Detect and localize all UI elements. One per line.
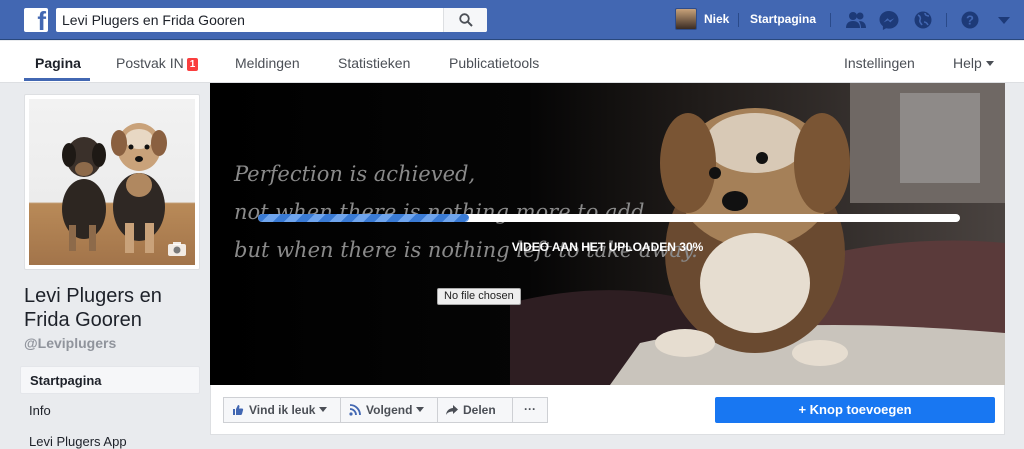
notifications-globe-icon[interactable] xyxy=(912,10,934,30)
help-icon[interactable]: ? xyxy=(959,10,981,30)
upload-progress-bar xyxy=(258,214,960,222)
chevron-down-icon[interactable] xyxy=(993,10,1015,30)
divider xyxy=(738,13,739,27)
home-link[interactable]: Startpagina xyxy=(750,12,816,26)
divider xyxy=(830,13,831,27)
thumbs-up-icon xyxy=(233,405,244,415)
page-tabs: Pagina Postvak IN 1 Meldingen Statistieke… xyxy=(0,41,1024,83)
tab-meldingen[interactable]: Meldingen xyxy=(235,55,300,71)
tab-label: Postvak IN xyxy=(116,55,184,71)
profile-link[interactable]: Niek xyxy=(704,12,729,26)
like-button[interactable]: Vind ik leuk xyxy=(223,397,341,423)
svg-text:?: ? xyxy=(966,13,974,28)
chevron-down-icon xyxy=(319,407,328,412)
file-input[interactable]: No file chosen xyxy=(437,288,521,305)
cover-photo[interactable]: Perfection is achieved, not when there i… xyxy=(210,83,1005,385)
rss-icon xyxy=(349,404,361,416)
sidebar-item-startpagina[interactable]: Startpagina xyxy=(20,366,200,394)
page-handle[interactable]: @Leviplugers xyxy=(24,335,116,351)
tab-help[interactable]: Help xyxy=(953,55,994,71)
messenger-icon[interactable] xyxy=(878,10,900,30)
unread-badge: 1 xyxy=(186,58,199,71)
page-title: Levi Plugers en Frida Gooren xyxy=(24,285,162,331)
search-button[interactable] xyxy=(443,8,487,32)
sidebar-item-app[interactable]: Levi Plugers App xyxy=(20,428,200,449)
tab-instellingen[interactable]: Instellingen xyxy=(844,55,915,71)
more-options-button[interactable]: ··· xyxy=(512,397,548,423)
page-action-bar: Vind ik leuk Volgend Delen ··· + Knop to… xyxy=(210,385,1005,435)
search-input[interactable]: Levi Plugers en Frida Gooren xyxy=(62,12,245,28)
chevron-down-icon xyxy=(985,61,994,66)
tab-publicatietools[interactable]: Publicatietools xyxy=(449,55,539,71)
profile-photo xyxy=(29,99,195,265)
follow-button[interactable]: Volgend xyxy=(340,397,438,423)
upload-progress-fill xyxy=(258,214,469,222)
camera-icon[interactable] xyxy=(167,241,187,257)
profile-picture[interactable] xyxy=(24,94,200,270)
search-icon xyxy=(459,13,473,27)
chevron-down-icon xyxy=(416,407,425,412)
share-icon xyxy=(446,405,458,415)
avatar[interactable] xyxy=(675,8,697,30)
search-box[interactable]: Levi Plugers en Frida Gooren xyxy=(56,8,487,32)
top-bar: f Levi Plugers en Frida Gooren Niek Star… xyxy=(0,0,1024,40)
like-label: Vind ik leuk xyxy=(249,403,316,417)
share-label: Delen xyxy=(463,403,496,417)
friend-requests-icon[interactable] xyxy=(845,10,867,30)
tab-postvak-in[interactable]: Postvak IN 1 xyxy=(116,55,199,71)
share-button[interactable]: Delen xyxy=(437,397,513,423)
active-tab-indicator xyxy=(24,78,90,81)
divider xyxy=(946,13,947,27)
tab-statistieken[interactable]: Statistieken xyxy=(338,55,410,71)
tab-label: Help xyxy=(953,55,982,71)
upload-status: VIDEO AAN HET UPLOADEN 30% xyxy=(511,240,704,254)
facebook-logo-icon[interactable]: f xyxy=(24,8,48,32)
tab-pagina[interactable]: Pagina xyxy=(35,55,81,71)
sidebar-item-info[interactable]: Info xyxy=(20,397,200,425)
quote-line: not when there is nothing more to add, xyxy=(234,200,652,224)
add-button[interactable]: + Knop toevoegen xyxy=(715,397,995,423)
quote-line: Perfection is achieved, xyxy=(234,162,476,186)
follow-label: Volgend xyxy=(366,403,413,417)
